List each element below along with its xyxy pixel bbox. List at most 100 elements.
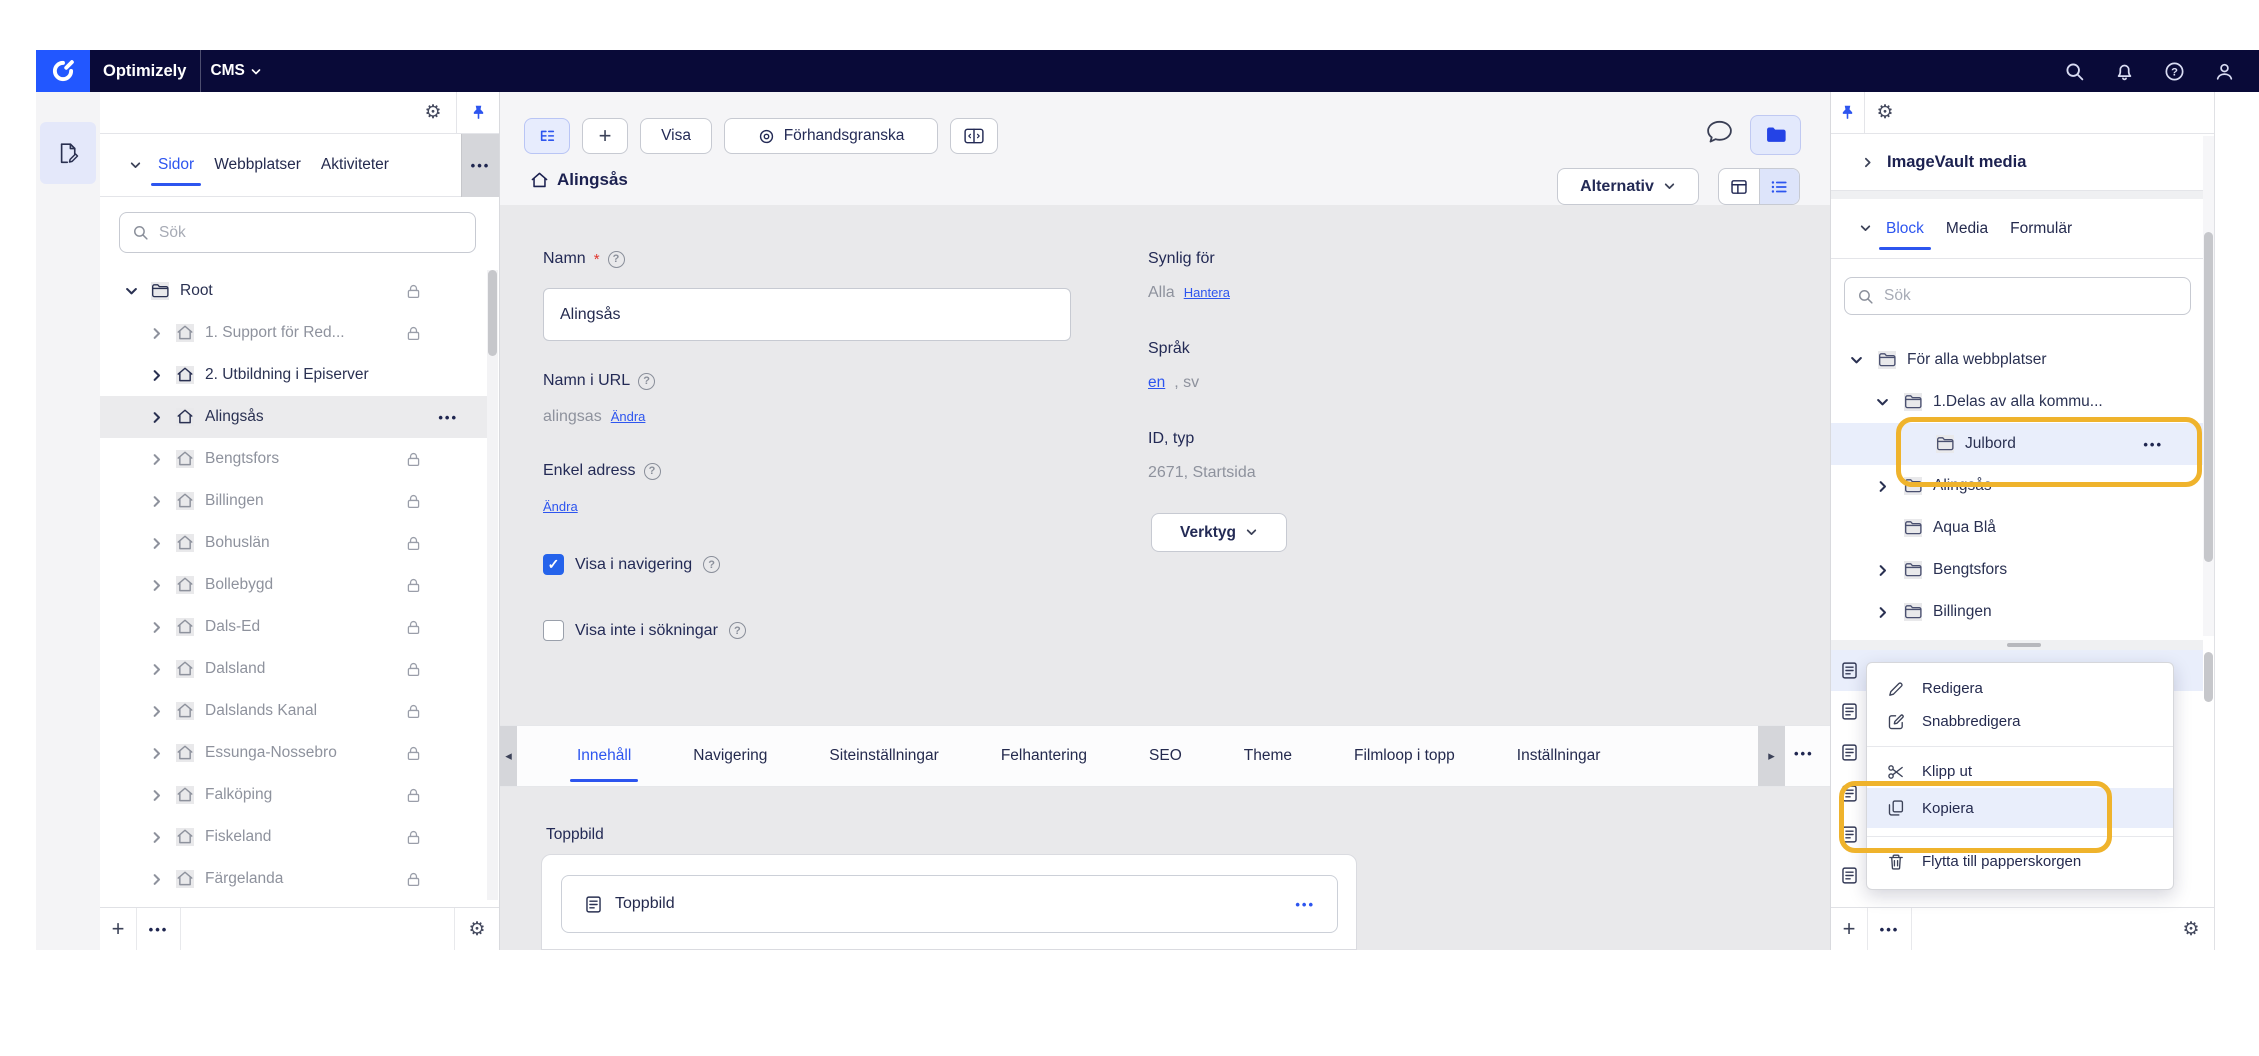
tab-siteinstallningar[interactable]: Siteinställningar <box>829 747 938 765</box>
tree-item-1-support-f-r-red[interactable]: 1. Support för Red... <box>100 312 488 354</box>
chevron-right-icon[interactable] <box>149 368 164 383</box>
chevron-right-icon[interactable] <box>1875 479 1890 494</box>
andra-enkel-link[interactable]: Ändra <box>543 499 578 514</box>
chevron-right-icon[interactable] <box>149 746 164 761</box>
block-list-item[interactable] <box>1831 896 2203 906</box>
folder-item-bengtsfors[interactable]: Bengtsfors <box>1831 549 2203 591</box>
chevron-right-icon[interactable] <box>149 620 164 635</box>
menu-item-kopiera[interactable]: Kopiera <box>1867 788 2173 828</box>
folder-item-julbord[interactable]: Julbord••• <box>1831 423 2203 465</box>
item-menu-button[interactable]: ••• <box>2143 437 2163 452</box>
right-panel-scrollbar[interactable] <box>2203 136 2214 636</box>
tabs-scroll-right-button[interactable]: ▸ <box>1758 726 1785 786</box>
footer-more-button[interactable]: ••• <box>1880 922 1900 937</box>
chevron-right-icon[interactable] <box>149 536 164 551</box>
tree-item-bengtsfors[interactable]: Bengtsfors <box>100 438 488 480</box>
visa-button[interactable]: Visa <box>640 118 712 154</box>
tree-item-f-rgelanda[interactable]: Färgelanda <box>100 858 488 900</box>
tab-theme[interactable]: Theme <box>1244 747 1292 765</box>
item-menu-button[interactable]: ••• <box>438 410 458 425</box>
tree-item-root[interactable]: Root <box>100 270 488 312</box>
chevron-down-icon[interactable] <box>1875 395 1890 410</box>
assets-folder-button[interactable] <box>1750 115 1801 155</box>
tab-navigering[interactable]: Navigering <box>693 747 767 765</box>
tree-item-dalslands-kanal[interactable]: Dalslands Kanal <box>100 690 488 732</box>
panel-overflow-button[interactable]: ••• <box>461 134 499 197</box>
notifications-bell-icon[interactable] <box>2114 61 2135 82</box>
footer-more-button[interactable]: ••• <box>149 922 169 937</box>
tab-aktiviteter[interactable]: Aktiviteter <box>321 156 389 174</box>
scrollbar-thumb[interactable] <box>2204 232 2213 562</box>
tree-item-alings-s[interactable]: Alingsås••• <box>100 396 488 438</box>
left-panel-scrollbar[interactable] <box>487 270 498 900</box>
folder-item-1-delas-av-alla-kommu[interactable]: 1.Delas av alla kommu... <box>1831 381 2203 423</box>
tab-sidor[interactable]: Sidor <box>158 156 194 174</box>
chevron-right-icon[interactable] <box>149 704 164 719</box>
compare-button[interactable] <box>950 118 998 154</box>
tab-installningar[interactable]: Inställningar <box>1517 747 1601 765</box>
scrollbar-thumb[interactable] <box>488 270 497 356</box>
chevron-right-icon[interactable] <box>149 326 164 341</box>
menu-item-flytta-till-papperskorgen[interactable]: Flytta till papperskorgen <box>1867 845 2173 878</box>
search-icon[interactable] <box>2064 61 2085 82</box>
menu-item-redigera[interactable]: Redigera <box>1867 672 2173 705</box>
chevron-down-icon[interactable] <box>1849 353 1864 368</box>
tree-item-bollebygd[interactable]: Bollebygd <box>100 564 488 606</box>
menu-item-klipp-ut[interactable]: Klipp ut <box>1867 755 2173 788</box>
namn-input[interactable] <box>543 288 1071 341</box>
optimizely-logo[interactable] <box>36 50 90 92</box>
checkbox-checked[interactable]: ✓ <box>543 554 564 575</box>
edit-pages-rail-button[interactable] <box>40 122 96 184</box>
pin-icon[interactable] <box>1839 104 1856 121</box>
chevron-right-icon[interactable] <box>149 452 164 467</box>
toggle-tree-button[interactable] <box>524 118 570 154</box>
folder-item-alings-s[interactable]: Alingsås <box>1831 465 2203 507</box>
collapse-chevron-icon[interactable] <box>129 159 142 172</box>
checkbox-unchecked[interactable] <box>543 620 564 641</box>
tabs-scroll-left-button[interactable]: ◂ <box>500 726 517 786</box>
gear-icon[interactable]: ⚙ <box>468 920 485 939</box>
chevron-right-icon[interactable] <box>149 788 164 803</box>
tab-media[interactable]: Media <box>1946 220 1988 238</box>
list-view-button[interactable] <box>1759 169 1800 204</box>
chevron-right-icon[interactable] <box>149 578 164 593</box>
tab-felhantering[interactable]: Felhantering <box>1001 747 1087 765</box>
tree-item-falk-ping[interactable]: Falköping <box>100 774 488 816</box>
toppbild-block[interactable]: Toppbild ••• <box>561 875 1338 933</box>
tab-webbplatser[interactable]: Webbplatser <box>214 156 301 174</box>
tree-item-essunga-nossebro[interactable]: Essunga-Nossebro <box>100 732 488 774</box>
preview-button[interactable]: Förhandsgranska <box>724 118 938 154</box>
folder-item-billingen[interactable]: Billingen <box>1831 591 2203 633</box>
account-person-icon[interactable] <box>2214 61 2235 82</box>
add-block-button[interactable]: + <box>1843 916 1856 942</box>
tree-item-dals-ed[interactable]: Dals-Ed <box>100 606 488 648</box>
folder-item-aqua-bl[interactable]: Aqua Blå <box>1831 507 2203 549</box>
chevron-right-icon[interactable] <box>1875 605 1890 620</box>
tree-item-bohusl-n[interactable]: Bohuslän <box>100 522 488 564</box>
gear-icon[interactable]: ⚙ <box>424 103 441 122</box>
tree-item-dalsland[interactable]: Dalsland <box>100 648 488 690</box>
add-content-button[interactable]: + <box>582 118 628 154</box>
tree-item-billingen[interactable]: Billingen <box>100 480 488 522</box>
tab-block[interactable]: Block <box>1886 220 1924 238</box>
scrollbar-thumb[interactable] <box>2204 652 2213 702</box>
chevron-right-icon[interactable] <box>149 830 164 845</box>
product-switcher[interactable]: CMS <box>210 62 261 80</box>
panel-splitter[interactable] <box>1831 640 2203 650</box>
language-en-link[interactable]: en <box>1148 374 1165 392</box>
tree-item-fiskeland[interactable]: Fiskeland <box>100 816 488 858</box>
page-search-input[interactable] <box>157 223 463 243</box>
imagevault-section[interactable]: ImageVault media <box>1831 134 2214 191</box>
chevron-right-icon[interactable] <box>1875 563 1890 578</box>
gear-icon[interactable]: ⚙ <box>1876 103 1893 122</box>
alternativ-button[interactable]: Alternativ <box>1557 168 1699 205</box>
chevron-down-icon[interactable] <box>124 284 139 299</box>
block-menu-button[interactable]: ••• <box>1295 897 1315 912</box>
tree-item-2-utbildning-i-episerver[interactable]: 2. Utbildning i Episerver <box>100 354 488 396</box>
folder-item-f-r-alla-webbplatser[interactable]: För alla webbplatser <box>1831 339 2203 381</box>
tabs-overflow-button[interactable]: ••• <box>1794 746 1814 761</box>
chevron-right-icon[interactable] <box>149 872 164 887</box>
help-circle-icon[interactable]: ? <box>2164 61 2185 82</box>
chevron-right-icon[interactable] <box>149 494 164 509</box>
hantera-link[interactable]: Hantera <box>1184 285 1230 300</box>
